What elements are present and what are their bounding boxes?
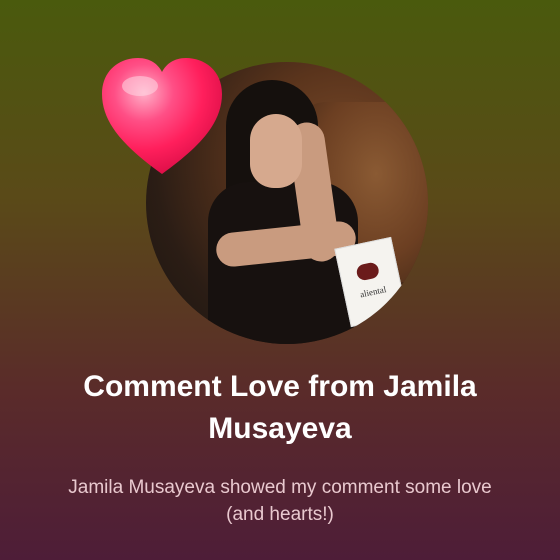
face xyxy=(250,114,302,188)
subtitle: Jamila Musayeva showed my comment some l… xyxy=(68,477,492,525)
product-box-text: aliental xyxy=(359,284,388,300)
product-logo xyxy=(355,261,381,282)
heart-icon xyxy=(102,58,222,174)
page-title: Comment Love from Jamila Musayeva xyxy=(83,370,477,445)
